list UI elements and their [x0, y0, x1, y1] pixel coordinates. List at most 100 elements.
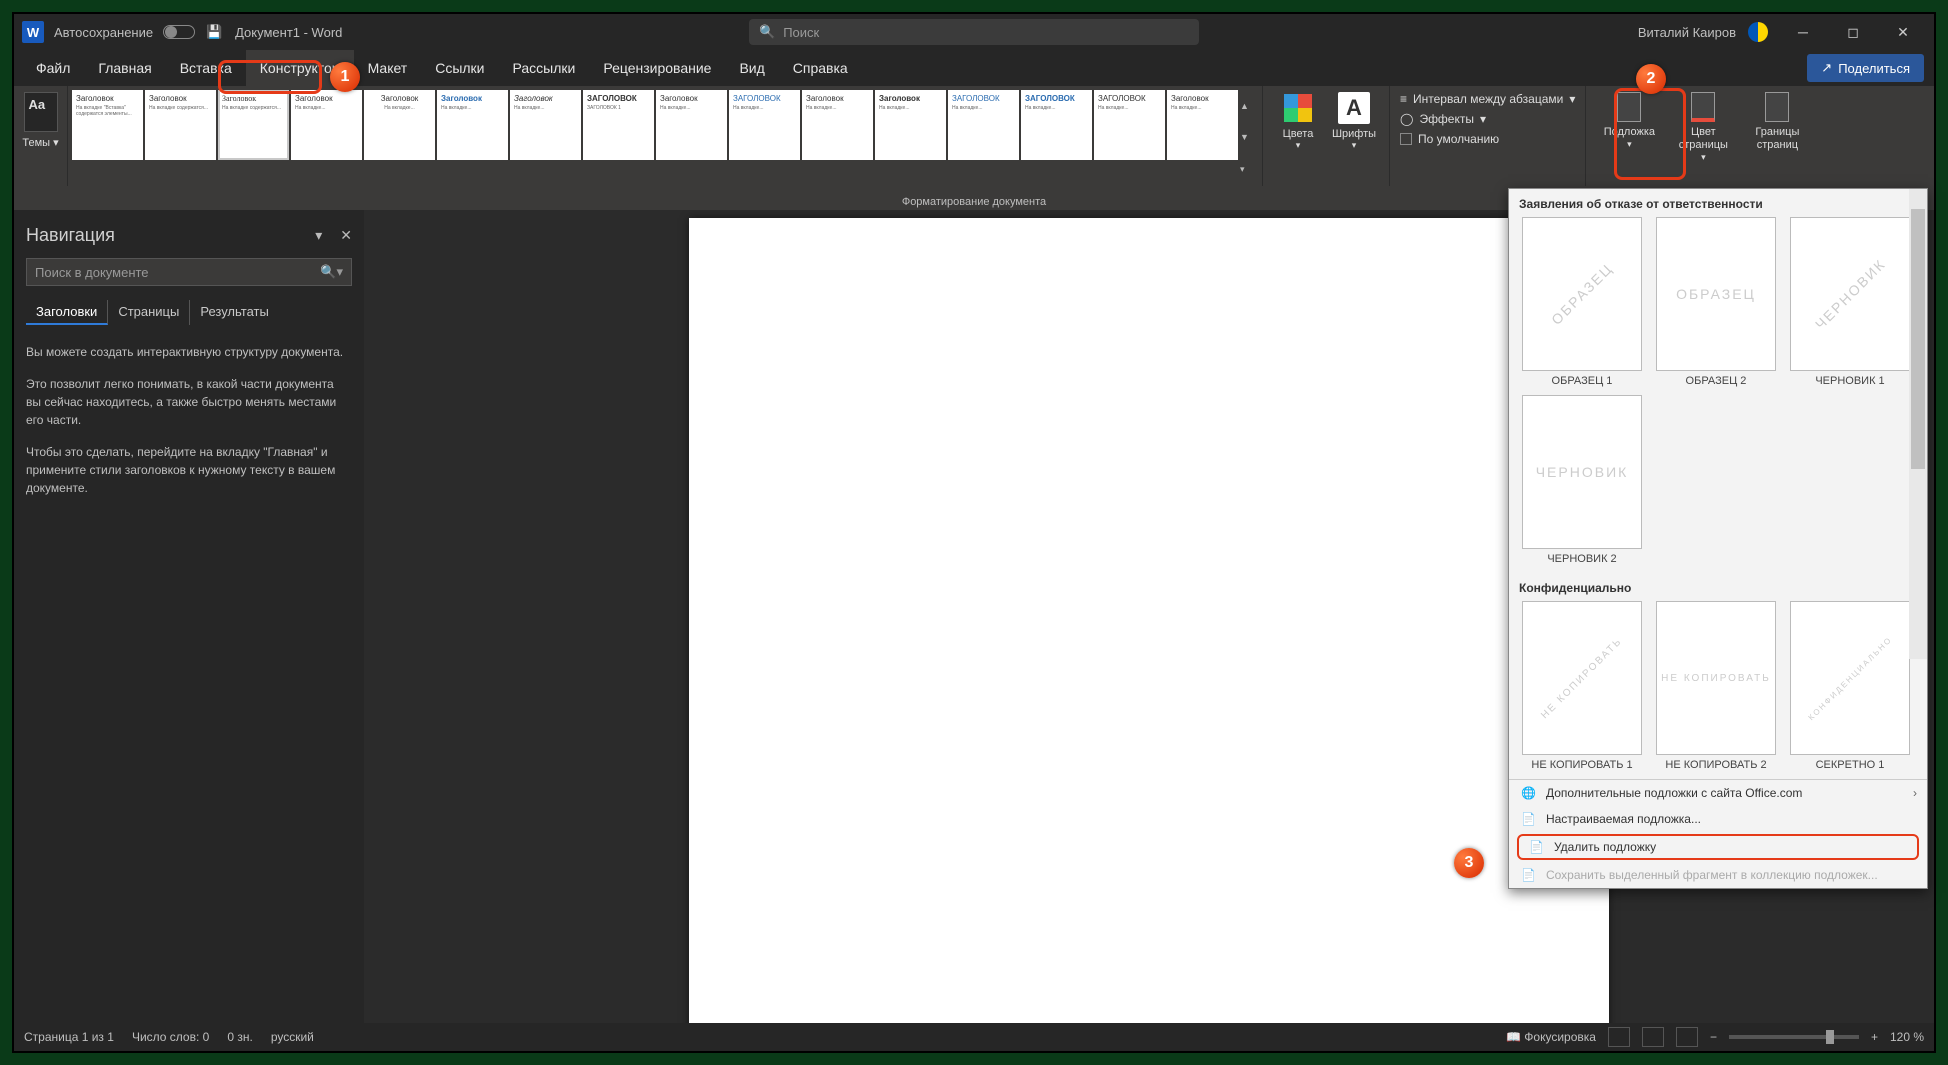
- styleset-gallery[interactable]: ЗаголовокНа вкладке "Вставка" содержатся…: [68, 86, 1262, 186]
- avatar[interactable]: [1748, 22, 1768, 42]
- tab-layout[interactable]: Макет: [354, 50, 422, 86]
- document-page[interactable]: [689, 218, 1609, 1023]
- wm-footer: 🌐 Дополнительные подложки с сайта Office…: [1509, 779, 1927, 888]
- tab-review[interactable]: Рецензирование: [589, 50, 725, 86]
- close-button[interactable]: ✕: [1880, 14, 1926, 50]
- zoom-value[interactable]: 120 %: [1890, 1030, 1924, 1044]
- page-borders-icon: [1765, 92, 1789, 122]
- wm-item-sample2[interactable]: ОБРАЗЕЦОБРАЗЕЦ 2: [1653, 217, 1779, 387]
- user-name: Виталий Каиров: [1638, 25, 1736, 40]
- search-container: 🔍 Поиск: [749, 19, 1199, 45]
- ribbon-group-fonts: Цвета▾ A Шрифты▾: [1262, 86, 1389, 186]
- remove-icon: 📄: [1529, 840, 1544, 854]
- status-words[interactable]: Число слов: 0: [132, 1030, 209, 1044]
- zoom-out-button[interactable]: −: [1710, 1030, 1717, 1044]
- callout-3: 3: [1454, 848, 1484, 878]
- titlebar-right: Виталий Каиров ─ ◻ ✕: [1638, 14, 1926, 50]
- wm-item-sample1[interactable]: ОБРАЗЕЦОБРАЗЕЦ 1: [1519, 217, 1645, 387]
- tab-help[interactable]: Справка: [779, 50, 862, 86]
- chevron-right-icon: ›: [1913, 786, 1917, 800]
- wm-remove[interactable]: 📄 Удалить подложку: [1517, 834, 1919, 860]
- wm-item-secret1[interactable]: КОНФИДЕНЦИАЛЬНОСЕКРЕТНО 1: [1787, 601, 1913, 771]
- autosave-label: Автосохранение: [54, 25, 153, 40]
- colors-button[interactable]: Цвета▾: [1271, 92, 1325, 186]
- focus-mode-button[interactable]: 📖 Фокусировка: [1506, 1030, 1596, 1044]
- ribbon-group-paragraph: ≡Интервал между абзацами▾ ◯Эффекты▾ По у…: [1389, 86, 1585, 186]
- wm-item-draft2[interactable]: ЧЕРНОВИКЧЕРНОВИК 2: [1519, 395, 1645, 565]
- minimize-button[interactable]: ─: [1780, 14, 1826, 50]
- colors-icon: [1284, 94, 1312, 122]
- page-borders-button[interactable]: Границы страниц: [1742, 92, 1812, 180]
- word-icon: W: [22, 21, 44, 43]
- autosave-toggle[interactable]: [163, 25, 195, 39]
- wm-item-nocopy2[interactable]: НЕ КОПИРОВАТЬНЕ КОПИРОВАТЬ 2: [1653, 601, 1779, 771]
- wm-section-confidential: Конфиденциально: [1509, 573, 1927, 601]
- nav-tabs: Заголовки Страницы Результаты: [26, 300, 352, 325]
- status-chars[interactable]: 0 зн.: [227, 1030, 252, 1044]
- nav-text-1: Вы можете создать интерактивную структур…: [26, 343, 352, 361]
- wm-grid-2: НЕ КОПИРОВАТЬНЕ КОПИРОВАТЬ 1 НЕ КОПИРОВА…: [1509, 601, 1927, 779]
- app-window: W Автосохранение 💾 Документ1 - Word 🔍 По…: [12, 12, 1936, 1053]
- tab-insert[interactable]: Вставка: [166, 50, 246, 86]
- tab-view[interactable]: Вид: [725, 50, 778, 86]
- nav-search-icon: 🔍▾: [320, 264, 343, 280]
- nav-title: Навигация: [26, 225, 115, 246]
- view-read-button[interactable]: [1608, 1027, 1630, 1047]
- wm-save-selection: 📄 Сохранить выделенный фрагмент в коллек…: [1509, 862, 1927, 888]
- wm-item-draft1[interactable]: ЧЕРНОВИКЧЕРНОВИК 1: [1787, 217, 1913, 387]
- tab-file[interactable]: Файл: [22, 50, 84, 86]
- nav-tab-results[interactable]: Результаты: [190, 300, 278, 325]
- titlebar: W Автосохранение 💾 Документ1 - Word 🔍 По…: [14, 14, 1934, 50]
- paragraph-spacing-button[interactable]: ≡Интервал между абзацами▾: [1400, 92, 1575, 106]
- wm-item-nocopy1[interactable]: НЕ КОПИРОВАТЬНЕ КОПИРОВАТЬ 1: [1519, 601, 1645, 771]
- zoom-slider[interactable]: [1729, 1035, 1859, 1039]
- nav-header: Навигация ▾ ✕: [26, 218, 352, 252]
- nav-tab-headings[interactable]: Заголовки: [26, 300, 108, 325]
- ribbon-group-page-background: Подложка ▾ Цвет страницы▾ Границы страни…: [1585, 86, 1820, 186]
- share-button[interactable]: ↗ Поделиться: [1807, 54, 1924, 82]
- tab-mailings[interactable]: Рассылки: [499, 50, 590, 86]
- search-input[interactable]: 🔍 Поиск: [749, 19, 1199, 45]
- tab-home[interactable]: Главная: [84, 50, 165, 86]
- nav-text-3: Чтобы это сделать, перейдите на вкладку …: [26, 443, 352, 497]
- watermark-icon: [1617, 92, 1641, 122]
- themes-icon: [24, 92, 58, 132]
- nav-close-icon[interactable]: ✕: [340, 227, 352, 244]
- nav-search-input[interactable]: Поиск в документе 🔍▾: [26, 258, 352, 286]
- status-language[interactable]: русский: [271, 1030, 314, 1044]
- nav-dropdown-icon[interactable]: ▾: [315, 227, 322, 244]
- save-icon[interactable]: 💾: [205, 23, 223, 41]
- statusbar: Страница 1 из 1 Число слов: 0 0 зн. русс…: [14, 1023, 1934, 1051]
- status-page[interactable]: Страница 1 из 1: [24, 1030, 114, 1044]
- search-icon: 🔍: [759, 24, 775, 40]
- fonts-icon: A: [1338, 92, 1370, 124]
- tab-references[interactable]: Ссылки: [421, 50, 498, 86]
- maximize-button[interactable]: ◻: [1830, 14, 1876, 50]
- wm-section-disclaimer: Заявления об отказе от ответственности: [1509, 189, 1927, 217]
- share-icon: ↗: [1821, 60, 1832, 76]
- view-web-button[interactable]: [1676, 1027, 1698, 1047]
- zoom-in-button[interactable]: +: [1871, 1030, 1878, 1044]
- share-label: Поделиться: [1838, 61, 1910, 76]
- fonts-button[interactable]: A Шрифты▾: [1327, 92, 1381, 186]
- wm-more-office[interactable]: 🌐 Дополнительные подложки с сайта Office…: [1509, 780, 1927, 806]
- nav-tab-pages[interactable]: Страницы: [108, 300, 190, 325]
- page-color-button[interactable]: Цвет страницы▾: [1668, 92, 1738, 180]
- gallery-expand[interactable]: ▲▼▾: [1240, 90, 1258, 186]
- effects-button[interactable]: ◯Эффекты▾: [1400, 112, 1575, 126]
- watermark-button[interactable]: Подложка ▾: [1594, 92, 1664, 180]
- wm-custom[interactable]: 📄 Настраиваемая подложка...: [1509, 806, 1927, 832]
- view-print-button[interactable]: [1642, 1027, 1664, 1047]
- wm-scrollbar[interactable]: [1909, 189, 1927, 659]
- callout-1: 1: [330, 62, 360, 92]
- wm-grid-1: ОБРАЗЕЦОБРАЗЕЦ 1 ОБРАЗЕЦОБРАЗЕЦ 2 ЧЕРНОВ…: [1509, 217, 1927, 573]
- globe-icon: 🌐: [1521, 786, 1536, 800]
- nav-text-2: Это позволит легко понимать, в какой час…: [26, 375, 352, 429]
- themes-button[interactable]: Темы ▾: [14, 86, 68, 186]
- search-placeholder: Поиск: [783, 25, 819, 40]
- callout-2: 2: [1636, 64, 1666, 94]
- set-default-button[interactable]: По умолчанию: [1400, 132, 1575, 146]
- nav-search-placeholder: Поиск в документе: [35, 265, 149, 280]
- watermark-gallery: Заявления об отказе от ответственности О…: [1508, 188, 1928, 889]
- page-color-icon: [1691, 92, 1715, 122]
